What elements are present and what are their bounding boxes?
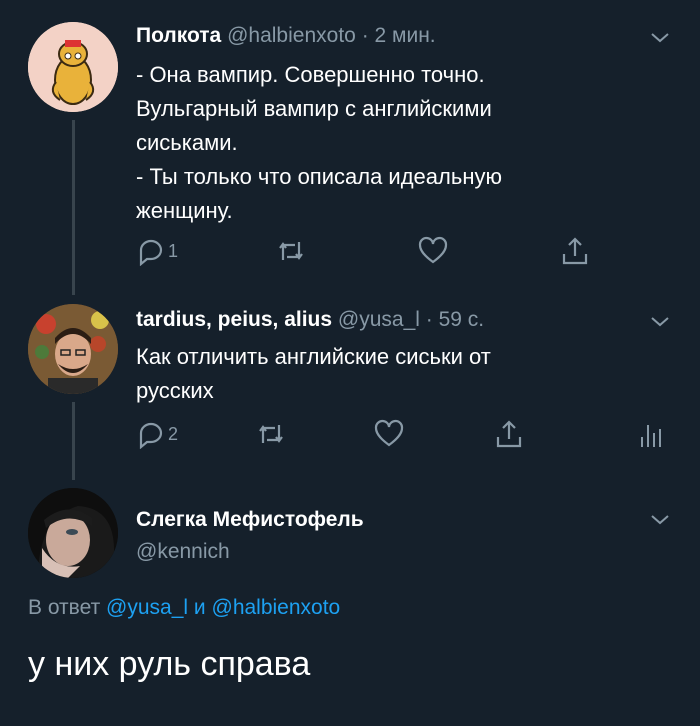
share-button[interactable] xyxy=(560,235,590,267)
handle[interactable]: @yusa_l xyxy=(338,308,420,331)
tweet-header: Полкота @halbienxoto · 2 мин. xyxy=(136,24,436,48)
thread-line xyxy=(72,402,75,480)
handle[interactable]: @kennich xyxy=(136,540,230,564)
handle[interactable]: @halbienxoto xyxy=(227,24,356,47)
avatar[interactable] xyxy=(28,304,118,394)
retweet-icon xyxy=(279,242,303,260)
retweet-icon xyxy=(259,425,283,443)
display-name[interactable]: Слегка Мефистофель xyxy=(136,508,364,531)
timestamp[interactable]: · 2 мин. xyxy=(362,24,436,47)
reply-icon xyxy=(139,422,163,449)
display-name[interactable]: Полкота xyxy=(136,24,221,47)
analytics-button[interactable] xyxy=(636,418,666,450)
mention-conjunction: и xyxy=(193,596,206,619)
chevron-down-icon[interactable] xyxy=(648,508,672,532)
reply-icon xyxy=(139,239,163,266)
like-button[interactable] xyxy=(374,418,404,450)
analytics-icon xyxy=(641,425,661,447)
reply-context: В ответ @yusa_l и @halbienxoto xyxy=(28,596,340,620)
thread-line xyxy=(72,120,75,295)
chevron-down-icon[interactable] xyxy=(648,26,672,50)
tweet-2[interactable]: tardius, peius, alius @yusa_l · 59 с. Ка… xyxy=(0,290,700,480)
avatar[interactable] xyxy=(28,22,118,112)
display-name[interactable]: tardius, peius, alius xyxy=(136,308,332,331)
avatar[interactable] xyxy=(28,488,118,578)
reply-button[interactable]: 1 xyxy=(136,235,178,267)
tweet-header: tardius, peius, alius @yusa_l · 59 с. xyxy=(136,308,484,332)
share-button[interactable] xyxy=(494,418,524,450)
reply-button[interactable]: 2 xyxy=(136,418,178,450)
mention-link[interactable]: @halbienxoto xyxy=(212,596,341,619)
retweet-button[interactable] xyxy=(256,418,286,450)
heart-icon xyxy=(374,419,404,447)
tweet-header: Слегка Мефистофель xyxy=(136,508,364,532)
tweet-1[interactable]: Полкота @halbienxoto · 2 мин. - Она вамп… xyxy=(0,0,700,295)
reply-count: 2 xyxy=(168,423,179,444)
timestamp[interactable]: · 59 с. xyxy=(426,308,484,331)
share-icon xyxy=(562,237,588,265)
chevron-down-icon[interactable] xyxy=(648,310,672,334)
share-icon xyxy=(496,420,522,448)
retweet-button[interactable] xyxy=(276,235,306,267)
tweet-text: Как отличить английские сиськи от русски… xyxy=(136,344,491,403)
tweet-actions: 1 xyxy=(136,235,596,267)
mention-link[interactable]: @yusa_l xyxy=(106,596,188,619)
tweet-text: - Она вампир. Совершенно точно. Вульгарн… xyxy=(136,62,502,223)
reply-count: 1 xyxy=(168,240,179,261)
like-button[interactable] xyxy=(418,235,448,267)
tweet-actions: 2 xyxy=(136,418,666,450)
reply-prefix: В ответ xyxy=(28,596,101,619)
main-tweet-text: у них руль справа xyxy=(28,645,311,683)
heart-icon xyxy=(418,236,448,264)
